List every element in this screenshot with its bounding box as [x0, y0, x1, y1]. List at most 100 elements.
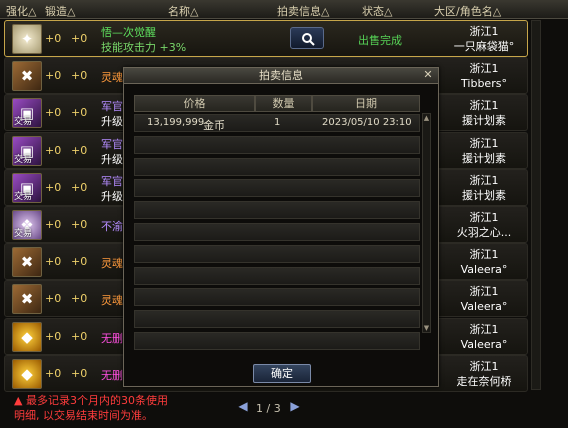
header-region-role[interactable]: 大区/角色名△: [434, 3, 501, 19]
auction-record-row: [134, 244, 420, 263]
trade-tag: 交易: [14, 154, 33, 165]
purple-box-icon[interactable]: ▣ 交易: [12, 98, 42, 129]
region-name: 浙江1: [469, 285, 499, 299]
next-page-button[interactable]: ▶: [288, 399, 302, 417]
region-name: 浙江1: [469, 359, 499, 373]
region-role-cell: 浙江1 援计划素: [439, 95, 529, 130]
wooden-box-icon[interactable]: ✖: [12, 247, 42, 278]
item-subtitle: 升级: [101, 115, 123, 129]
prev-page-button[interactable]: ◀: [236, 399, 250, 417]
white-scroll-icon[interactable]: ✦: [12, 24, 42, 54]
close-icon[interactable]: ✕: [422, 69, 434, 81]
scroll-down-icon[interactable]: ▼: [423, 324, 430, 332]
confirm-button[interactable]: 确定: [253, 364, 311, 383]
header-status[interactable]: 状态△: [362, 3, 392, 19]
item-subtitle: 升级: [101, 152, 123, 166]
header-forge[interactable]: 锻造△: [45, 3, 75, 19]
region-name: 浙江1: [469, 25, 499, 38]
region-role-cell: 浙江1 Valeera°: [439, 281, 529, 316]
purple-box-icon[interactable]: ▣ 交易: [12, 172, 42, 203]
purple-box-icon[interactable]: ▣ 交易: [12, 135, 42, 166]
role-name: 一只麻袋猫°: [453, 40, 515, 53]
role-name: 援计划素: [462, 114, 506, 128]
role-name: Valeera°: [460, 337, 508, 351]
region-role-cell: 浙江1 走在奈何桥: [439, 356, 529, 391]
table-row[interactable]: ✦ +0 +0 悟—次觉醒 技能攻击力 +3% 出售完成 浙江1 一只麻袋猫°: [4, 20, 528, 57]
region-name: 浙江1: [469, 322, 499, 336]
trade-tag: 交易: [14, 117, 33, 128]
scroll-up-icon[interactable]: ▲: [423, 114, 430, 122]
pagination: ◀ 1 / 3 ▶: [236, 399, 306, 419]
region-name: 浙江1: [469, 62, 499, 76]
lilac-gem-icon[interactable]: ❖ 交易: [12, 210, 42, 240]
forge-value: +0: [71, 218, 88, 231]
item-name: 军官: [101, 137, 123, 151]
item-subtitle: 技能攻击力 +3%: [101, 41, 187, 54]
auction-record-row: [134, 266, 420, 285]
header-enhance[interactable]: 强化△: [6, 3, 36, 19]
role-name: 援计划素: [462, 188, 506, 202]
enhance-value: +0: [45, 366, 62, 380]
region-name: 浙江1: [469, 136, 499, 150]
auction-record-row: [134, 179, 420, 198]
wooden-box-icon[interactable]: ✖: [12, 61, 42, 92]
role-name: 火羽之心...: [456, 226, 512, 239]
region-name: 浙江1: [469, 211, 499, 224]
item-name: 灵魂: [101, 71, 123, 85]
role-name: 援计划素: [462, 151, 506, 165]
forge-value: +0: [71, 69, 88, 83]
auction-record-row: [134, 157, 420, 176]
item-name: 军官: [101, 100, 123, 114]
item-name: 灵魂: [101, 257, 123, 271]
quantity-value: 1: [274, 117, 281, 128]
region-role-cell: 浙江1 火羽之心...: [439, 207, 529, 242]
wooden-box-icon[interactable]: ✖: [12, 284, 42, 315]
auction-record-row: [134, 288, 420, 307]
note-line-2: 明细, 以交易结束时间为准。: [14, 409, 153, 422]
header-auction-info[interactable]: 拍卖信息△: [277, 3, 329, 19]
search-icon: [302, 33, 315, 46]
page-indicator: 1 / 3: [256, 402, 281, 415]
region-role-cell: 浙江1 一只麻袋猫°: [439, 21, 529, 56]
role-name: 走在奈何桥: [456, 374, 512, 388]
enhance-value: +0: [45, 329, 62, 343]
item-name: 悟—次觉醒: [101, 26, 156, 39]
dialog-title: 拍卖信息 ✕: [124, 68, 438, 84]
dialog-scrollbar[interactable]: ▲ ▼: [422, 113, 431, 333]
column-header-bar: 强化△ 锻造△ 名称△ 拍卖信息△ 状态△ 大区/角色名△: [0, 0, 568, 19]
header-name[interactable]: 名称△: [168, 3, 198, 19]
item-subtitle: 升级: [101, 189, 123, 203]
region-name: 浙江1: [469, 248, 499, 262]
date-value: 2023/05/10 23:10: [322, 117, 412, 128]
column-date: 日期: [312, 95, 420, 112]
auction-record-row: 13,199,999 金币 1 2023/05/10 23:10: [134, 114, 420, 132]
region-role-cell: 浙江1 Valeera°: [439, 319, 529, 354]
auction-info-dialog: 拍卖信息 ✕ 价格 数量 日期 13,199,999 金币 1 2023/05/10 …: [123, 67, 439, 387]
forge-value: +0: [71, 292, 88, 306]
forge-value: +0: [71, 329, 88, 343]
item-name: 军官: [101, 174, 123, 188]
trade-tag: 交易: [14, 191, 33, 202]
list-scrollbar[interactable]: [531, 20, 541, 390]
enhance-value: +0: [45, 143, 62, 157]
item-name: 不渝: [101, 220, 123, 233]
auction-record-table: 价格 数量 日期 13,199,999 金币 1 2023/05/10 23:10 ▲…: [134, 95, 431, 350]
gold-crate-icon[interactable]: ◆: [12, 358, 42, 389]
region-name: 浙江1: [469, 173, 499, 187]
role-name: Tibbers°: [461, 77, 507, 91]
view-auction-info-button[interactable]: [290, 27, 324, 49]
gold-crate-icon[interactable]: ◆: [12, 321, 42, 352]
forge-value: +0: [71, 255, 88, 269]
forge-value: +0: [71, 32, 88, 45]
auction-record-row: [134, 332, 420, 350]
auction-record-row: [134, 223, 420, 241]
record-limit-note: ▲ 最多记录3个月内的30条使用 明细, 以交易结束时间为准。: [14, 393, 168, 423]
status-text: 出售完成: [358, 34, 402, 47]
forge-value: +0: [71, 366, 88, 380]
enhance-value: +0: [45, 106, 62, 120]
item-name: 灵魂: [101, 294, 123, 308]
enhance-value: +0: [45, 69, 62, 83]
forge-value: +0: [71, 143, 88, 157]
enhance-value: +0: [45, 218, 62, 231]
auction-record-row: [134, 201, 420, 220]
